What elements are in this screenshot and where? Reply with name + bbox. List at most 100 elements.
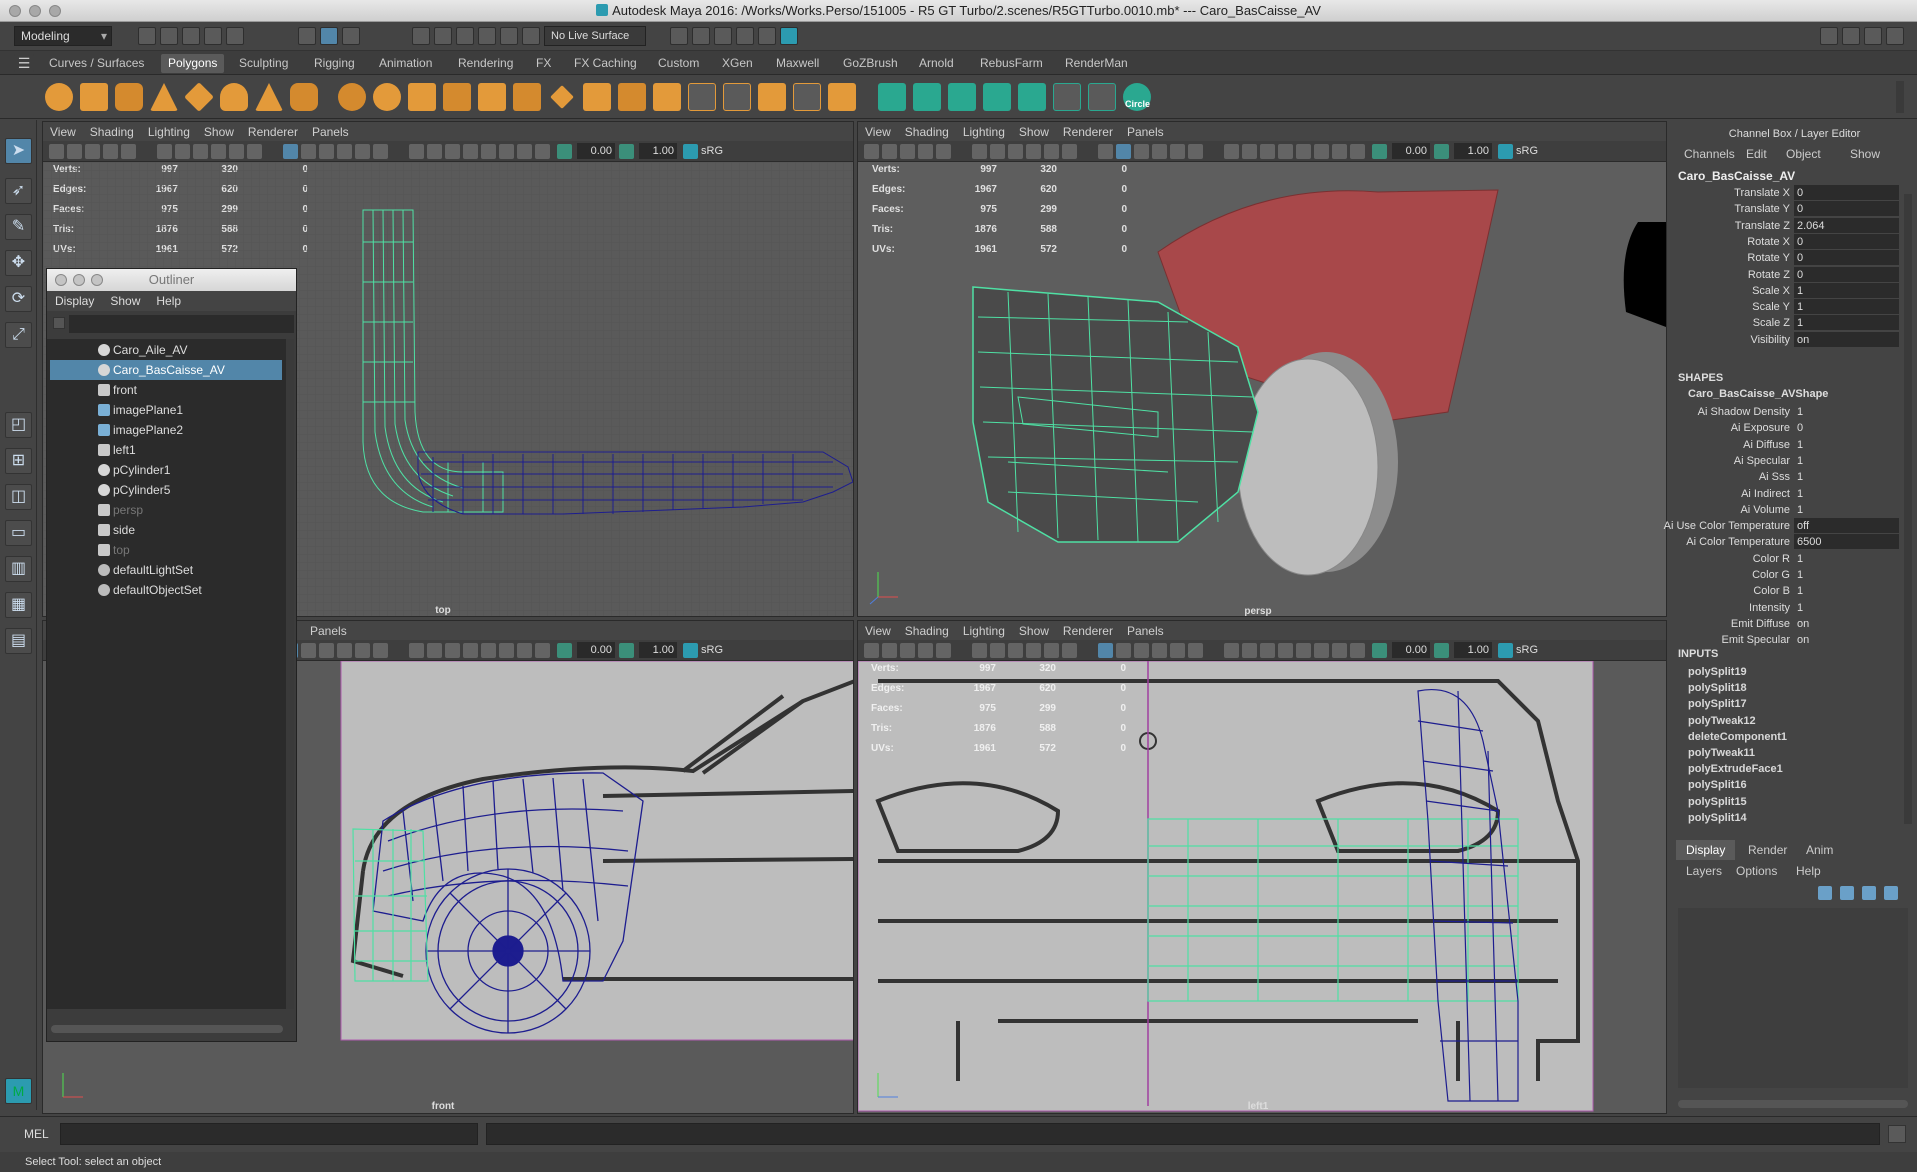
film-gate-icon[interactable] — [990, 643, 1005, 658]
outliner-menu-help[interactable]: Help — [148, 291, 189, 311]
multisample-icon[interactable] — [1260, 144, 1275, 159]
smooth-shade-icon[interactable] — [301, 643, 316, 658]
cb-attr-value[interactable]: 1 — [1794, 600, 1899, 615]
cb-attr-value[interactable]: on — [1794, 616, 1899, 631]
menu-show[interactable]: Show — [1012, 621, 1056, 638]
cb-attr-row[interactable]: Translate Y 0 — [1672, 201, 1902, 217]
undo-icon[interactable] — [204, 27, 222, 45]
cb-input-node[interactable]: polySplit14 — [1688, 810, 1747, 826]
cb-attr-value[interactable]: off — [1794, 518, 1899, 534]
shelf-tab-xgen[interactable]: XGen — [715, 54, 760, 73]
cb-attr-row[interactable]: Ai Color Temperature 6500 — [1672, 534, 1902, 550]
cb-attr-value[interactable]: 2.064 — [1794, 217, 1899, 233]
script-editor-icon[interactable] — [1888, 1125, 1906, 1143]
construction-history-icon[interactable] — [670, 27, 688, 45]
render-view-icon[interactable] — [692, 27, 710, 45]
shelf-scrollbar[interactable] — [1896, 81, 1904, 113]
outliner-item[interactable]: imagePlane2 — [50, 420, 282, 440]
exposure-icon[interactable] — [557, 144, 572, 159]
poly-torus-icon[interactable] — [220, 83, 248, 111]
move-layer-up-icon[interactable] — [1818, 886, 1832, 900]
cb-menu-channels[interactable]: Channels — [1684, 147, 1735, 161]
motion-blur-icon[interactable] — [427, 643, 442, 658]
lasso-tool-icon[interactable]: ➶ — [5, 178, 32, 204]
cb-attr-value[interactable]: 1 — [1794, 437, 1899, 452]
select-tool-icon[interactable]: ➤ — [5, 138, 32, 164]
outliner-item[interactable]: side — [50, 520, 282, 540]
use-all-lights-icon[interactable] — [355, 643, 370, 658]
shelf-tab-maxwell[interactable]: Maxwell — [769, 54, 826, 73]
separate-icon[interactable] — [373, 83, 401, 111]
shelf-tab-curves-surfaces[interactable]: Curves / Surfaces — [42, 54, 151, 73]
wireframe-icon[interactable] — [1098, 144, 1113, 159]
scale-tool-icon[interactable]: ⤢ — [5, 322, 32, 348]
poly-pipe-icon[interactable] — [290, 83, 318, 111]
resolution-gate-icon[interactable] — [1008, 144, 1023, 159]
snap-view-plane-icon[interactable] — [478, 27, 496, 45]
cb-attr-row[interactable]: Emit Specular on — [1672, 632, 1902, 648]
redo-icon[interactable] — [226, 27, 244, 45]
outliner-title-bar[interactable]: Outliner — [47, 269, 296, 291]
new-scene-icon[interactable] — [138, 27, 156, 45]
cb-attr-row[interactable]: Translate Z 2.064 — [1672, 217, 1902, 234]
spherical-map-icon[interactable] — [983, 83, 1011, 111]
menu-renderer[interactable]: Renderer — [1056, 621, 1120, 638]
smooth-shade-icon[interactable] — [1116, 144, 1131, 159]
uv-editor-icon[interactable] — [878, 83, 906, 111]
depth-of-field-icon[interactable] — [463, 643, 478, 658]
menu-renderer[interactable]: Renderer — [241, 122, 305, 139]
outliner-menu-display[interactable]: Display — [47, 291, 102, 311]
cb-attr-value[interactable]: 1 — [1794, 469, 1899, 484]
menu-renderer[interactable]: Renderer — [1056, 122, 1120, 139]
select-camera-icon[interactable] — [864, 144, 879, 159]
render-settings-icon[interactable] — [758, 27, 776, 45]
grid-toggle-icon[interactable] — [157, 144, 172, 159]
wireframe-icon[interactable] — [283, 144, 298, 159]
rotate-tool-icon[interactable]: ⟳ — [5, 286, 32, 312]
hypershade-icon[interactable] — [780, 27, 798, 45]
select-hierarchy-icon[interactable] — [298, 27, 316, 45]
motion-blur-icon[interactable] — [427, 144, 442, 159]
exposure-field[interactable]: 0.00 — [577, 642, 615, 658]
shelf-tab-custom[interactable]: Custom — [651, 54, 706, 73]
shelf-menu-icon[interactable]: ☰ — [14, 54, 34, 72]
cb-attr-value[interactable]: 0 — [1794, 250, 1899, 266]
poly-cylinder-icon[interactable] — [115, 83, 143, 111]
cb-attr-value[interactable]: 0 — [1794, 201, 1899, 217]
snap-curve-icon[interactable] — [434, 27, 452, 45]
xray-icon[interactable] — [499, 144, 514, 159]
cb-attr-row[interactable]: Ai Specular 1 — [1672, 453, 1902, 469]
offset-edge-loop-icon[interactable] — [618, 83, 646, 111]
shelf-tab-gozbrush[interactable]: GoZBrush — [836, 54, 905, 73]
cb-input-node[interactable]: polySplit17 — [1688, 696, 1747, 712]
xray-joints-icon[interactable] — [1332, 643, 1347, 658]
close-window-button[interactable] — [9, 5, 21, 17]
live-surface-field[interactable]: No Live Surface — [544, 26, 646, 46]
wireframe-on-shaded-icon[interactable] — [1134, 144, 1149, 159]
auto-map-icon[interactable] — [1018, 83, 1046, 111]
outliner-item[interactable]: Caro_BasCaisse_AV — [50, 360, 282, 380]
cb-menu-show[interactable]: Show — [1850, 147, 1880, 161]
average-vertices-icon[interactable] — [478, 83, 506, 111]
layer-menu-layers[interactable]: Layers — [1686, 864, 1722, 878]
menu-view[interactable]: View — [858, 621, 898, 638]
move-tool-icon[interactable]: ✥ — [5, 250, 32, 276]
depth-of-field-icon[interactable] — [1278, 643, 1293, 658]
poly-cube-icon[interactable] — [80, 83, 108, 111]
outliner-menu-show[interactable]: Show — [102, 291, 148, 311]
side-by-side-layout-icon[interactable]: ◫ — [5, 484, 32, 510]
outliner-minimize-button[interactable] — [73, 274, 85, 286]
paint-select-tool-icon[interactable]: ✎ — [5, 214, 32, 240]
cb-attr-row[interactable]: Emit Diffuse on — [1672, 616, 1902, 632]
shadows-icon[interactable] — [373, 643, 388, 658]
ipr-render-icon[interactable] — [736, 27, 754, 45]
poly-sphere-icon[interactable] — [45, 83, 73, 111]
cylindrical-map-icon[interactable] — [948, 83, 976, 111]
move-layer-down-icon[interactable] — [1840, 886, 1854, 900]
film-gate-icon[interactable] — [990, 144, 1005, 159]
cb-attr-row[interactable]: Intensity 1 — [1672, 600, 1902, 616]
smooth-icon[interactable] — [443, 83, 471, 111]
outliner-item[interactable]: persp — [50, 500, 282, 520]
gate-mask-icon[interactable] — [211, 144, 226, 159]
gamma-icon[interactable] — [619, 144, 634, 159]
